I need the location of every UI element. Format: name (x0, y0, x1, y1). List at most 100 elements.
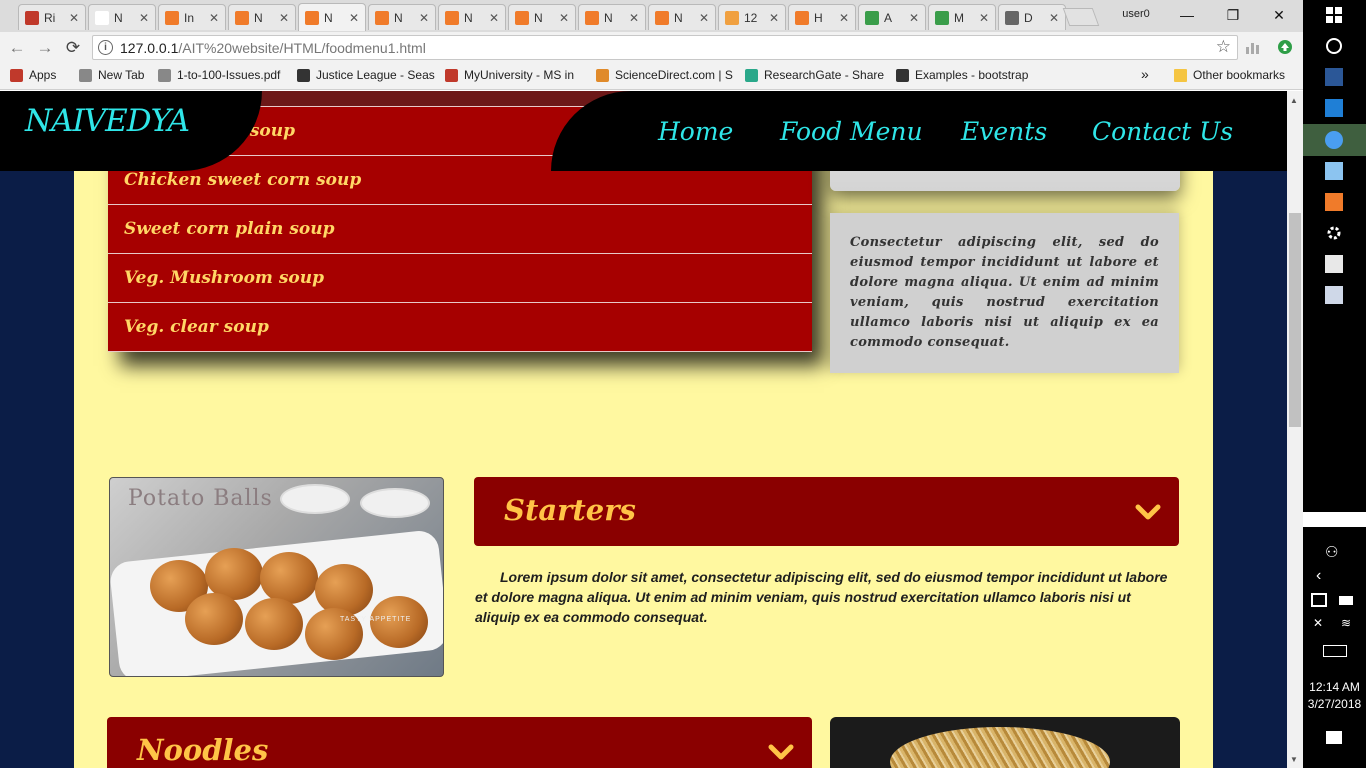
taskbar-scroll[interactable] (1303, 512, 1366, 527)
chrome-icon[interactable] (1325, 131, 1343, 149)
scroll-up-arrow-icon[interactable]: ▲ (1290, 96, 1298, 105)
noodles-accordion-header[interactable]: Noodles (107, 717, 812, 768)
starters-accordion-header[interactable]: Starters (474, 477, 1179, 546)
tab-close-icon[interactable]: ✕ (489, 11, 499, 25)
notepad-icon[interactable] (1325, 162, 1343, 180)
browser-tab[interactable]: 12 ✕ (718, 4, 786, 30)
bookmark-item[interactable]: ScienceDirect.com | S (596, 68, 733, 82)
noodles-shape (890, 727, 1110, 768)
soup-menu-item[interactable]: Sweet corn plain soup (108, 205, 812, 254)
more-bookmarks-chevron[interactable]: » (1141, 66, 1149, 82)
browser-tab[interactable]: N ✕ (508, 4, 576, 30)
extension-update-icon[interactable] (1277, 39, 1293, 55)
photos-icon[interactable] (1325, 286, 1343, 304)
site-logo[interactable]: NAIVEDYA (25, 103, 190, 139)
network-icon[interactable] (1311, 593, 1327, 607)
browser-tab[interactable]: N ✕ (228, 4, 296, 30)
scroll-down-arrow-icon[interactable]: ▼ (1290, 755, 1298, 764)
bookmark-star-icon[interactable]: ☆ (1216, 37, 1231, 57)
tab-close-icon[interactable]: ✕ (1049, 11, 1059, 25)
nav-contact-us[interactable]: Contact Us (1092, 117, 1233, 146)
bookmark-item[interactable]: Justice League - Seas (297, 68, 435, 82)
other-bookmarks[interactable]: Other bookmarks (1174, 68, 1285, 82)
tab-close-icon[interactable]: ✕ (279, 11, 289, 25)
chevron-left-icon[interactable]: ‹ (1316, 567, 1321, 585)
chevron-down-icon (768, 744, 794, 760)
clock-date[interactable]: 3/27/2018 (1303, 697, 1366, 711)
bookmark-item[interactable]: Apps (10, 68, 56, 82)
tab-close-icon[interactable]: ✕ (69, 11, 79, 25)
browser-tab[interactable]: N ✕ (368, 4, 436, 30)
noodles-image (830, 717, 1180, 768)
battery-icon[interactable] (1339, 596, 1353, 605)
nav-events[interactable]: Events (961, 117, 1047, 146)
browser-tab[interactable]: D ✕ (998, 4, 1066, 30)
browser-tab[interactable]: M ✕ (928, 4, 996, 30)
tab-close-icon[interactable]: ✕ (979, 11, 989, 25)
tab-title: N (534, 10, 543, 25)
tab-close-icon[interactable]: ✕ (839, 11, 849, 25)
clock-time[interactable]: 12:14 AM (1303, 680, 1366, 694)
reload-icon[interactable]: ⟳ (62, 37, 84, 59)
browser-tab[interactable]: N ✕ (298, 3, 366, 31)
tab-close-icon[interactable]: ✕ (769, 11, 779, 25)
notifications-icon[interactable] (1326, 731, 1342, 744)
url-text[interactable]: 127.0.0.1/AIT%20website/HTML/foodmenu1.h… (120, 40, 426, 56)
browser-toolbar: ← → ⟳ i 127.0.0.1/AIT%20website/HTML/foo… (0, 32, 1303, 63)
tab-close-icon[interactable]: ✕ (699, 11, 709, 25)
app-icon[interactable] (1325, 99, 1343, 117)
tab-close-icon[interactable]: ✕ (209, 11, 219, 25)
settings-gear-icon[interactable] (1325, 224, 1343, 242)
maximize-button[interactable]: ❐ (1210, 2, 1256, 28)
browser-tab[interactable]: In ✕ (158, 4, 226, 30)
bookmark-item[interactable]: Examples - bootstrap (896, 68, 1028, 82)
content-container: Veg. soup with noodlesVeg. soupVeg. nood… (74, 91, 1213, 768)
browser-tab[interactable]: N ✕ (88, 4, 156, 30)
page-icon (158, 68, 171, 82)
news-icon[interactable] (1325, 255, 1343, 273)
mute-icon[interactable]: ✕ (1313, 616, 1323, 630)
nav-home[interactable]: Home (658, 117, 733, 146)
browser-tab[interactable]: A ✕ (858, 4, 926, 30)
tab-close-icon[interactable]: ✕ (909, 11, 919, 25)
bookmark-item[interactable]: MyUniversity - MS in (445, 68, 574, 82)
extension-chart-icon[interactable] (1245, 39, 1261, 55)
close-window-button[interactable]: ✕ (1256, 2, 1302, 28)
bookmark-item[interactable]: 1-to-100-Issues.pdf (158, 68, 280, 82)
tab-title: M (954, 10, 964, 25)
bookmark-label: ResearchGate - Share (764, 68, 885, 82)
address-bar[interactable]: i 127.0.0.1/AIT%20website/HTML/foodmenu1… (92, 35, 1238, 60)
xampp-icon[interactable] (1325, 193, 1343, 211)
word-icon[interactable] (1325, 68, 1343, 86)
windows-start-icon[interactable] (1325, 6, 1343, 24)
browser-tab[interactable]: H ✕ (788, 4, 856, 30)
tab-close-icon[interactable]: ✕ (629, 11, 639, 25)
wifi-icon[interactable]: ≋ (1341, 616, 1351, 630)
page-scrollbar[interactable]: ▲ ▼ (1287, 91, 1303, 768)
soup-menu-item[interactable]: Veg. Mushroom soup (108, 254, 812, 303)
minimize-button[interactable]: — (1164, 2, 1210, 28)
forward-arrow-icon[interactable]: → (34, 37, 56, 59)
scroll-thumb[interactable] (1289, 213, 1301, 427)
tab-close-icon[interactable]: ✕ (139, 11, 149, 25)
browser-tab[interactable]: N ✕ (648, 4, 716, 30)
tab-close-icon[interactable]: ✕ (559, 11, 569, 25)
x-logo-icon (445, 68, 458, 82)
cortana-icon[interactable] (1325, 37, 1343, 55)
tab-close-icon[interactable]: ✕ (419, 11, 429, 25)
tab-close-icon[interactable]: ✕ (349, 11, 359, 25)
bookmark-item[interactable]: ResearchGate - Share (745, 68, 884, 82)
nav-food-menu[interactable]: Food Menu (780, 117, 923, 146)
info-icon[interactable]: i (98, 40, 113, 55)
bookmark-item[interactable]: New Tab (79, 68, 144, 82)
browser-tab[interactable]: Ri ✕ (18, 4, 86, 30)
bookmark-label: New Tab (98, 68, 145, 82)
soup-menu-item[interactable]: Veg. clear soup (108, 303, 812, 352)
profile-button[interactable]: user0 (1114, 4, 1158, 24)
browser-tab[interactable]: N ✕ (438, 4, 506, 30)
browser-tab[interactable]: N ✕ (578, 4, 646, 30)
people-icon[interactable]: ⚇ (1325, 543, 1338, 561)
keyboard-icon[interactable] (1323, 645, 1347, 657)
new-tab-button[interactable] (1062, 8, 1100, 26)
back-arrow-icon[interactable]: ← (6, 37, 28, 59)
